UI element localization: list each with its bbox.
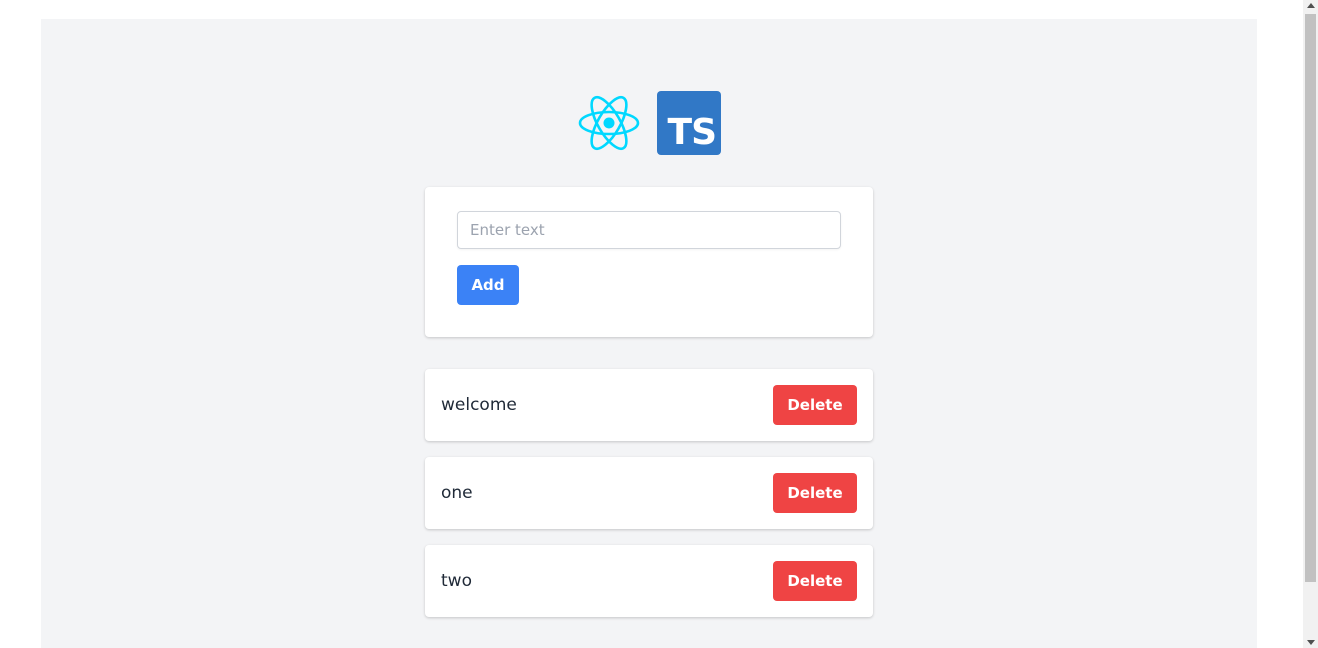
typescript-logo-text: TS [667,112,717,153]
logo-row: TS [41,91,1257,155]
add-item-form: Add [425,187,873,337]
text-input[interactable] [457,211,841,249]
vertical-scrollbar[interactable] [1303,0,1318,648]
react-logo-icon [578,95,640,151]
scroll-down-arrow-icon[interactable] [1307,640,1315,645]
list-item: one Delete [425,457,873,529]
list-item-label: welcome [441,395,517,415]
list-item-label: two [441,571,472,591]
delete-button[interactable]: Delete [773,561,857,601]
delete-button[interactable]: Delete [773,385,857,425]
app-container: TS Add welcome Delete one Delete two Del… [41,19,1257,648]
page-viewport: TS Add welcome Delete one Delete two Del… [0,0,1303,648]
typescript-logo-icon: TS [657,91,721,155]
list-item-label: one [441,483,473,503]
list-item: welcome Delete [425,369,873,441]
scrollbar-thumb[interactable] [1305,14,1316,582]
add-button[interactable]: Add [457,265,519,305]
scroll-up-arrow-icon[interactable] [1307,3,1315,8]
list-item: two Delete [425,545,873,617]
delete-button[interactable]: Delete [773,473,857,513]
